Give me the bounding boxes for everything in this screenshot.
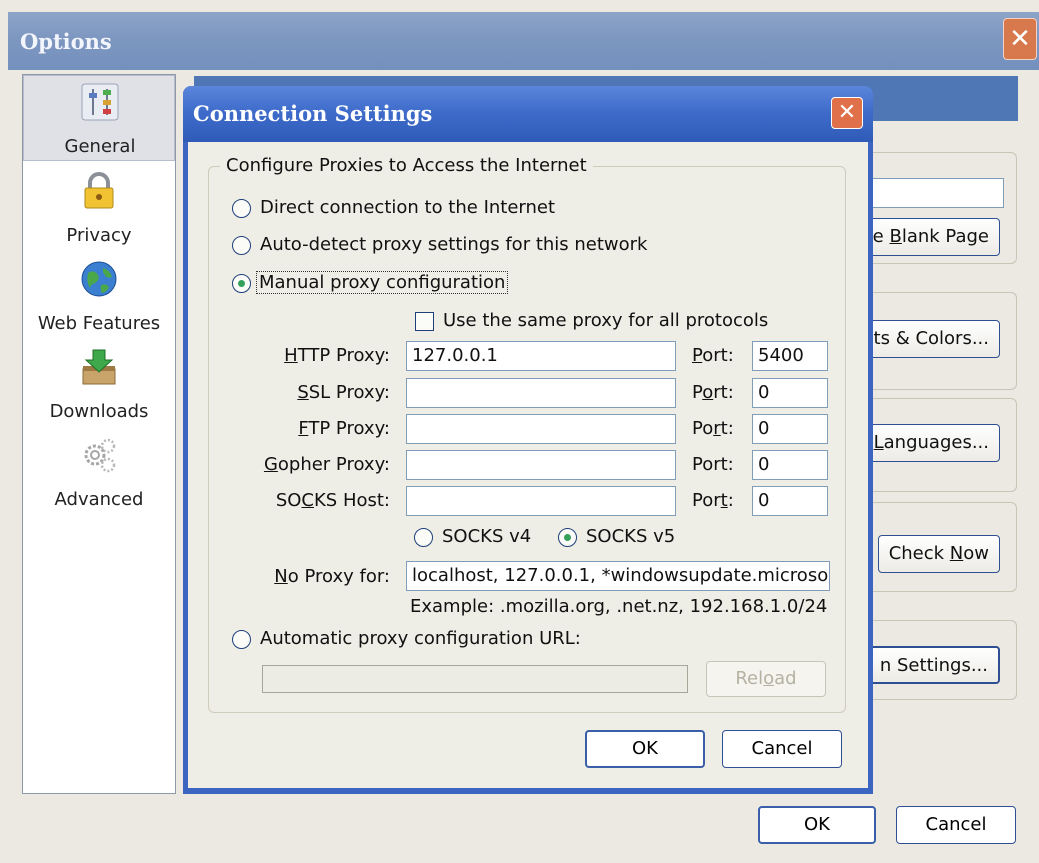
dialog-titlebar: Connection Settings <box>183 86 873 142</box>
sidebar-item-label: Advanced <box>54 489 144 510</box>
globe-icon <box>81 261 117 297</box>
ftp-port-label: Port: <box>692 418 734 439</box>
auto-detect-label: Auto-detect proxy settings for this netw… <box>260 234 648 255</box>
gopher-port-label: Port: <box>692 454 734 475</box>
sidebar-item-label: General <box>64 136 136 157</box>
auto-config-url-label: Automatic proxy configuration URL: <box>260 628 581 649</box>
sidebar-item-label: Web Features <box>37 313 161 334</box>
options-sidebar: General Privacy Web Features Downloads A… <box>22 74 176 794</box>
gopher-proxy-label: Gopher Proxy: <box>263 454 390 475</box>
dialog-title: Connection Settings <box>193 101 433 126</box>
dialog-close-button[interactable]: ✕ <box>831 97 863 129</box>
ftp-proxy-label: FTP Proxy: <box>298 418 390 439</box>
options-cancel-button[interactable]: Cancel <box>896 806 1016 844</box>
sidebar-item-label: Privacy <box>66 225 132 246</box>
gopher-port-input[interactable]: 0 <box>752 450 828 480</box>
sidebar-item-web-features[interactable]: Web Features <box>23 253 175 339</box>
dialog-ok-button[interactable]: OK <box>585 730 705 768</box>
ssl-proxy-label: SSL Proxy: <box>297 382 390 403</box>
sidebar-item-advanced[interactable]: Advanced <box>23 429 175 515</box>
auto-detect-radio[interactable] <box>232 236 251 255</box>
options-ok-button[interactable]: OK <box>758 806 876 844</box>
direct-connection-radio[interactable] <box>232 199 251 218</box>
check-now-button[interactable]: Check Now <box>878 535 1000 573</box>
no-proxy-input[interactable]: localhost, 127.0.0.1, *windowsupdate.mic… <box>406 561 830 591</box>
direct-connection-label: Direct connection to the Internet <box>260 197 556 218</box>
sidebar-item-label: Downloads <box>49 401 149 422</box>
manual-proxy-radio[interactable] <box>232 274 251 293</box>
sliders-icon <box>81 83 119 121</box>
http-port-label: Port: <box>692 345 734 366</box>
socks-v5-radio[interactable] <box>558 528 577 547</box>
same-proxy-checkbox[interactable] <box>415 312 434 331</box>
options-titlebar: Options <box>8 12 1039 70</box>
no-proxy-label: No Proxy for: <box>274 566 390 587</box>
gopher-proxy-input[interactable] <box>406 450 676 480</box>
sidebar-item-downloads[interactable]: Downloads <box>23 341 175 427</box>
same-proxy-label: Use the same proxy for all protocols <box>443 310 769 331</box>
ssl-port-input[interactable]: 0 <box>752 378 828 408</box>
socks-v4-label: SOCKS v4 <box>442 526 532 547</box>
options-title: Options <box>20 29 112 54</box>
socks-port-input[interactable]: 0 <box>752 486 828 516</box>
home-page-input[interactable] <box>870 178 1004 208</box>
http-proxy-input[interactable]: 127.0.0.1 <box>406 341 676 371</box>
reload-button[interactable]: Reload <box>706 661 826 697</box>
sidebar-item-privacy[interactable]: Privacy <box>23 165 175 251</box>
no-proxy-example: Example: .mozilla.org, .net.nz, 192.168.… <box>410 596 828 617</box>
auto-config-url-radio[interactable] <box>232 630 251 649</box>
socks-host-input[interactable] <box>406 486 676 516</box>
proxy-group-legend: Configure Proxies to Access the Internet <box>220 155 593 176</box>
close-icon: ✕ <box>1009 24 1031 54</box>
close-icon: ✕ <box>837 100 857 125</box>
ssl-port-label: Port: <box>692 382 734 403</box>
http-proxy-label: HTTP Proxy: <box>284 345 390 366</box>
padlock-icon <box>84 172 114 209</box>
options-close-button[interactable]: ✕ <box>1003 18 1037 60</box>
ssl-proxy-input[interactable] <box>406 378 676 408</box>
http-port-input[interactable]: 5400 <box>752 341 828 371</box>
socks-port-label: Port: <box>692 490 734 511</box>
dialog-cancel-button[interactable]: Cancel <box>722 730 842 768</box>
ftp-proxy-input[interactable] <box>406 414 676 444</box>
socks-host-label: SOCKS Host: <box>275 490 390 511</box>
auto-config-url-input[interactable] <box>262 665 688 693</box>
manual-proxy-label: Manual proxy configuration <box>256 271 509 294</box>
sidebar-item-general[interactable]: General <box>23 75 175 161</box>
socks-v5-label: SOCKS v5 <box>586 526 676 547</box>
download-box-icon <box>82 349 116 385</box>
socks-v4-radio[interactable] <box>414 528 433 547</box>
gears-icon <box>84 438 116 473</box>
ftp-port-input[interactable]: 0 <box>752 414 828 444</box>
